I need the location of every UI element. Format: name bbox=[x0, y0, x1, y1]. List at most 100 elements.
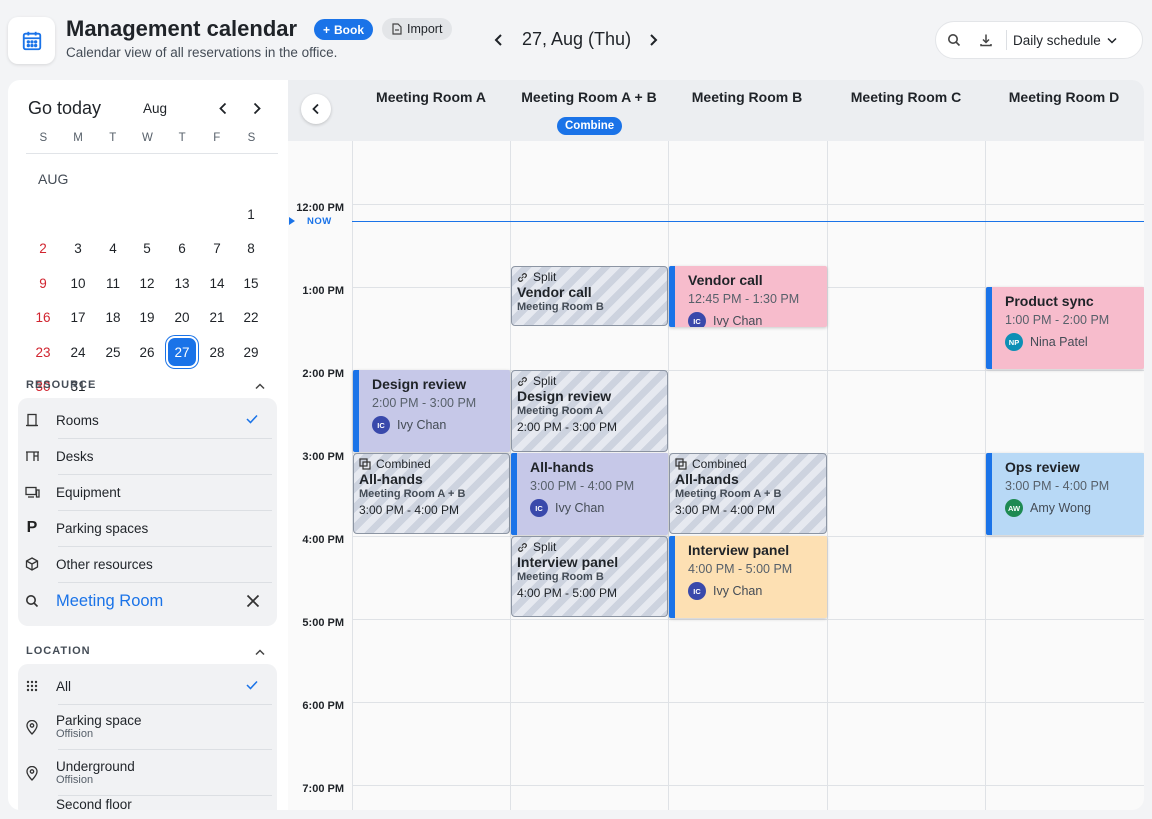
event-vendor-call[interactable]: Vendor call 12:45 PM - 1:30 PM IC Ivy Cha… bbox=[669, 266, 827, 327]
location-second-floor[interactable]: Second floor bbox=[22, 797, 272, 810]
resource-desks[interactable]: Desks bbox=[22, 438, 272, 474]
mini-calendar-day[interactable]: 16 bbox=[29, 303, 57, 331]
location-parking-space[interactable]: Parking space Offision bbox=[22, 705, 272, 749]
mini-calendar-day[interactable]: 23 bbox=[29, 338, 57, 366]
close-icon bbox=[246, 594, 260, 608]
location-underground[interactable]: Underground Offision bbox=[22, 751, 272, 795]
event-interview-panel[interactable]: Interview panel 4:00 PM - 5:00 PM IC Ivy … bbox=[669, 536, 827, 618]
mini-calendar-day[interactable]: 11 bbox=[99, 269, 127, 297]
import-button[interactable]: Import bbox=[382, 18, 453, 40]
mini-calendar-day[interactable]: 24 bbox=[64, 338, 92, 366]
mini-calendar-day[interactable]: 1 bbox=[237, 200, 265, 228]
event-product-sync[interactable]: Product sync 1:00 PM - 2:00 PM NP Nina Pa… bbox=[986, 287, 1144, 369]
mini-calendar-day[interactable]: 7 bbox=[203, 234, 231, 262]
event-split-vendor-call[interactable]: Split Vendor call Meeting Room B bbox=[511, 266, 668, 326]
clear-search-button[interactable] bbox=[246, 594, 260, 613]
day-calendar: Meeting Room A Meeting Room A + B Meetin… bbox=[288, 80, 1144, 810]
divider bbox=[58, 795, 272, 796]
mini-calendar-day[interactable]: 10 bbox=[64, 269, 92, 297]
plus-icon: + bbox=[323, 22, 331, 37]
mini-calendar-day[interactable]: 18 bbox=[99, 303, 127, 331]
combine-icon bbox=[675, 458, 687, 470]
mini-calendar-next-button[interactable] bbox=[246, 98, 266, 118]
event-combined-all-hands[interactable]: Combined All-hands Meeting Room A + B 3:… bbox=[669, 453, 827, 534]
event-combined-all-hands[interactable]: Combined All-hands Meeting Room A + B 3:… bbox=[353, 453, 510, 534]
mini-calendar-day[interactable]: 21 bbox=[203, 303, 231, 331]
event-design-review[interactable]: Design review 2:00 PM - 3:00 PM IC Ivy Ch… bbox=[353, 370, 510, 452]
book-button-label: Book bbox=[334, 22, 365, 37]
location-collapse-button[interactable] bbox=[252, 644, 268, 660]
event-all-hands[interactable]: All-hands 3:00 PM - 4:00 PM IC Ivy Chan bbox=[511, 453, 668, 535]
app-calendar-icon bbox=[8, 17, 55, 64]
mini-calendar-day[interactable]: 14 bbox=[203, 269, 231, 297]
mini-calendar-day-selected[interactable]: 27 bbox=[168, 338, 196, 366]
mini-calendar-day[interactable]: 5 bbox=[133, 234, 161, 262]
mini-calendar-day[interactable]: 19 bbox=[133, 303, 161, 331]
event-time: 4:00 PM - 5:00 PM bbox=[517, 586, 618, 600]
event-split-interview-panel[interactable]: Split Interview panel Meeting Room B 4:0… bbox=[511, 536, 668, 617]
mini-calendar-day[interactable]: 15 bbox=[237, 269, 265, 297]
view-select[interactable]: Daily schedule bbox=[1013, 33, 1117, 48]
chevron-right-icon bbox=[650, 34, 658, 46]
mini-calendar-day[interactable]: 28 bbox=[203, 338, 231, 366]
resource-collapse-button[interactable] bbox=[252, 378, 268, 394]
search-button[interactable] bbox=[938, 21, 970, 59]
location-sublabel: Offision bbox=[56, 728, 94, 740]
event-title: All-hands bbox=[530, 459, 594, 475]
mini-calendar-day[interactable]: 20 bbox=[168, 303, 196, 331]
resource-label: Equipment bbox=[56, 484, 121, 500]
mini-calendar-day[interactable]: 26 bbox=[133, 338, 161, 366]
mini-calendar-day[interactable]: 4 bbox=[99, 234, 127, 262]
event-time: 12:45 PM - 1:30 PM bbox=[688, 292, 800, 306]
mini-calendar-day[interactable]: 3 bbox=[64, 234, 92, 262]
weekday-label: T bbox=[178, 132, 186, 144]
previous-day-button[interactable] bbox=[489, 29, 509, 51]
mini-calendar-day[interactable]: 2 bbox=[29, 234, 57, 262]
event-tag: Combined bbox=[376, 457, 431, 471]
mini-calendar-day[interactable]: 12 bbox=[133, 269, 161, 297]
next-day-button[interactable] bbox=[643, 29, 663, 51]
mini-calendar-day[interactable]: 22 bbox=[237, 303, 265, 331]
event-ops-review[interactable]: Ops review 3:00 PM - 4:00 PM AW Amy Wong bbox=[986, 453, 1144, 535]
combine-badge[interactable]: Combine bbox=[557, 117, 623, 135]
event-tag: Combined bbox=[692, 457, 747, 471]
check-icon bbox=[246, 678, 258, 693]
pin-icon bbox=[22, 763, 42, 783]
mini-calendar-day[interactable]: 9 bbox=[29, 269, 57, 297]
event-split-design-review[interactable]: Split Design review Meeting Room A 2:00 … bbox=[511, 370, 668, 452]
event-title: All-hands bbox=[675, 471, 739, 487]
mini-calendar-day[interactable]: 29 bbox=[237, 338, 265, 366]
room-header-b: Meeting Room B bbox=[691, 89, 803, 105]
now-indicator-marker bbox=[289, 217, 295, 225]
mini-calendar-day[interactable]: 13 bbox=[168, 269, 196, 297]
grid-hour-line bbox=[352, 785, 1144, 786]
link-icon bbox=[518, 376, 527, 386]
month-select[interactable]: Aug bbox=[143, 101, 167, 116]
time-label: 4:00 PM bbox=[302, 534, 344, 546]
event-person: Ivy Chan bbox=[713, 584, 763, 598]
mini-calendar-day[interactable]: 25 bbox=[99, 338, 127, 366]
mini-calendar-day[interactable]: 17 bbox=[64, 303, 92, 331]
file-icon bbox=[392, 23, 402, 35]
combine-icon bbox=[359, 458, 371, 470]
grid-hour-line bbox=[352, 204, 1144, 205]
go-today-button[interactable]: Go today bbox=[28, 98, 101, 119]
event-title: Interview panel bbox=[517, 554, 619, 570]
resource-equipment[interactable]: Equipment bbox=[22, 474, 272, 510]
book-button[interactable]: + Book bbox=[314, 19, 374, 40]
mini-calendar-prev-button[interactable] bbox=[213, 98, 233, 118]
download-button[interactable] bbox=[970, 21, 1002, 59]
resource-search[interactable]: Meeting Room bbox=[22, 583, 272, 619]
resource-parking[interactable]: P Parking spaces bbox=[22, 510, 272, 546]
resource-other[interactable]: Other resources bbox=[22, 546, 272, 582]
weekday-label: S bbox=[247, 132, 256, 144]
time-label: 7:00 PM bbox=[302, 783, 344, 795]
mini-calendar-day[interactable]: 6 bbox=[168, 234, 196, 262]
search-icon bbox=[948, 34, 961, 47]
page-subtitle: Calendar view of all reservations in the… bbox=[66, 45, 338, 60]
collapse-sidebar-button[interactable] bbox=[301, 94, 331, 124]
location-all[interactable]: All bbox=[22, 668, 272, 704]
resource-rooms[interactable]: Rooms bbox=[22, 402, 272, 438]
location-label: Second floor bbox=[56, 797, 132, 810]
mini-calendar-day[interactable]: 8 bbox=[237, 234, 265, 262]
